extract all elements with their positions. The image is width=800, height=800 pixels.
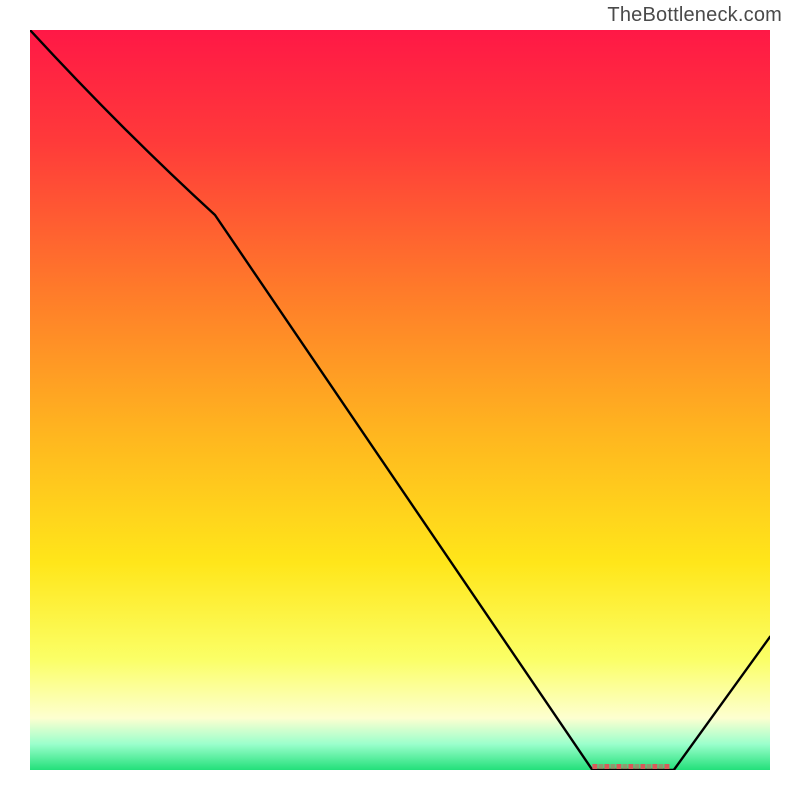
chart-background	[30, 30, 770, 770]
chart-plot-area	[30, 30, 770, 770]
watermark-text: TheBottleneck.com	[607, 4, 782, 27]
bottleneck-chart	[30, 30, 770, 770]
